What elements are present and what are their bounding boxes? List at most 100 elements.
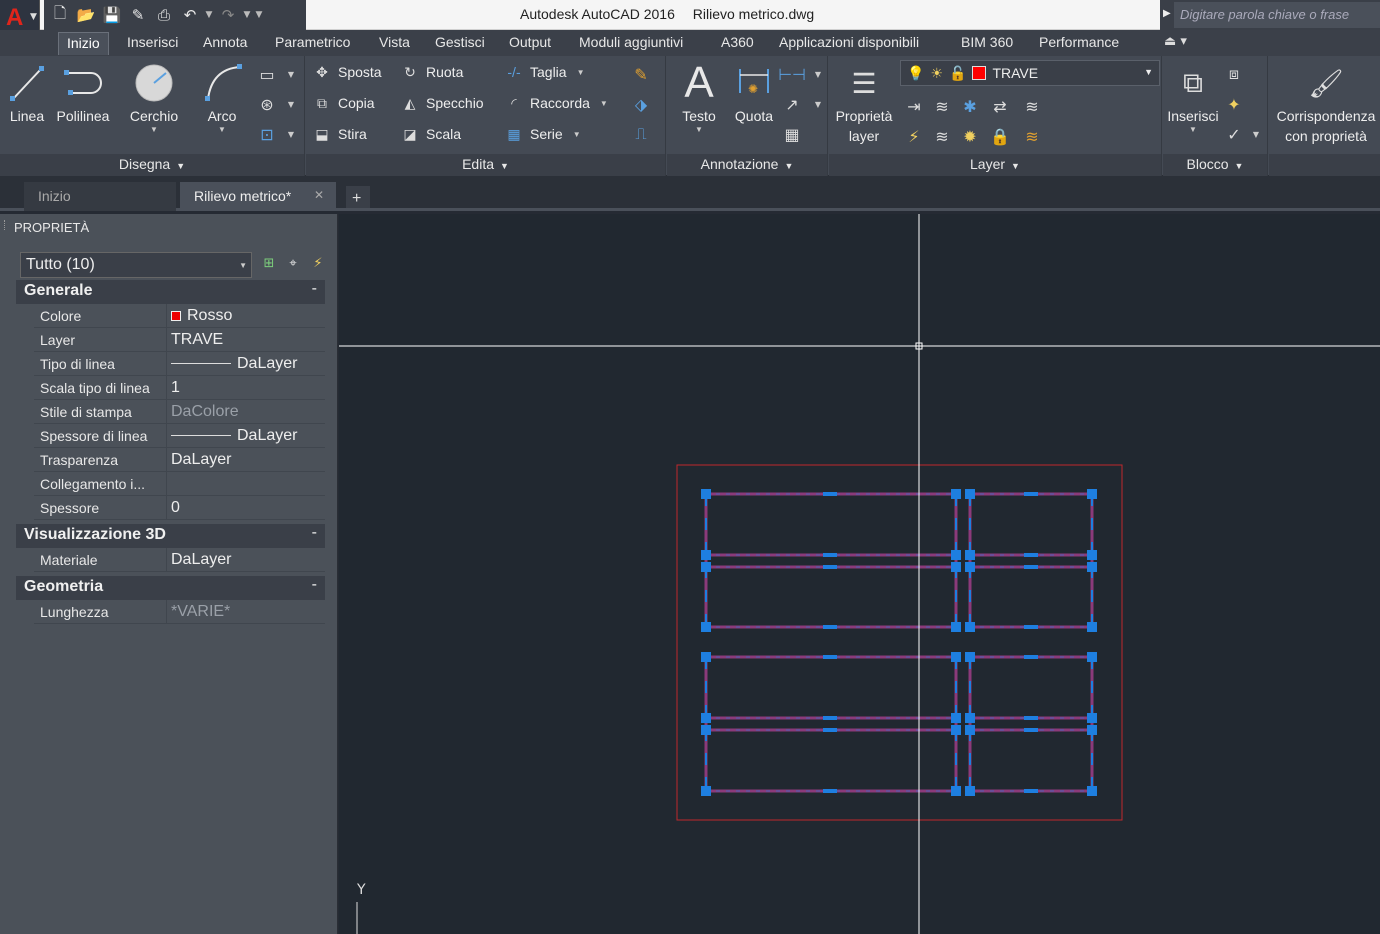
polyline-button[interactable]: Polilinea: [54, 60, 112, 126]
panel-title-layer[interactable]: Layer ▼: [829, 154, 1161, 176]
tab-inizio[interactable]: Inizio: [58, 32, 109, 55]
mirror-button[interactable]: ◭ Specchio: [400, 93, 484, 113]
fillet-button[interactable]: ◜ Raccorda ▼: [504, 93, 608, 113]
prop-value[interactable]: DaLayer: [166, 352, 325, 375]
prop-row-stile-stampa[interactable]: Stile di stampa DaColore: [34, 400, 325, 424]
selection-dropdown[interactable]: Tutto (10) ▼: [20, 252, 252, 278]
prop-value[interactable]: TRAVE: [166, 328, 325, 351]
layer-tool-icon[interactable]: 🔒: [989, 126, 1011, 146]
prop-value[interactable]: DaLayer: [166, 424, 325, 447]
chevron-down-icon[interactable]: ▼: [280, 64, 302, 84]
prop-value[interactable]: [166, 472, 325, 495]
new-file-icon[interactable]: 🗋: [48, 3, 72, 28]
layer-tool-icon[interactable]: ⚡: [903, 126, 925, 146]
copy-button[interactable]: ⧉ Copia: [312, 93, 375, 113]
prop-row-colore[interactable]: Colore Rosso: [34, 304, 325, 328]
collapse-icon[interactable]: -: [312, 576, 317, 594]
drawing-canvas[interactable]: Y: [339, 214, 1380, 934]
match-properties-button[interactable]: 🖌 Corrispondenza con proprietà: [1271, 60, 1380, 146]
expand-arrow-icon[interactable]: ▶: [1163, 8, 1171, 19]
layer-tool-icon[interactable]: ✹: [959, 126, 981, 146]
text-button[interactable]: A Testo ▼: [675, 58, 723, 134]
prop-row-materiale[interactable]: Materiale DaLayer: [34, 548, 325, 572]
prop-value[interactable]: DaLayer: [166, 448, 325, 471]
linear-dimension-icon[interactable]: ⊢⊣: [778, 64, 806, 84]
scale-button[interactable]: ◪ Scala: [400, 124, 461, 144]
doc-tab-active[interactable]: Rilievo metrico* ✕: [180, 182, 336, 211]
section-generale[interactable]: Generale -: [16, 280, 325, 304]
prop-row-layer[interactable]: Layer TRAVE: [34, 328, 325, 352]
select-objects-icon[interactable]: ⌖: [284, 256, 302, 274]
prop-row-tipo-linea[interactable]: Tipo di linea DaLayer: [34, 352, 325, 376]
tab-vista[interactable]: Vista: [379, 34, 410, 50]
palette-grip[interactable]: [4, 220, 7, 230]
prop-row-trasparenza[interactable]: Trasparenza DaLayer: [34, 448, 325, 472]
doc-tab-start[interactable]: Inizio: [24, 182, 176, 211]
ribbon-options-icon[interactable]: ⏏ ▾: [1164, 34, 1187, 49]
explode-icon[interactable]: ⬗: [630, 94, 652, 114]
offset-icon[interactable]: ⎍: [630, 124, 652, 144]
attribute-icon[interactable]: ✓: [1223, 124, 1245, 144]
undo-icon[interactable]: ↶: [178, 6, 202, 24]
prop-value[interactable]: DaLayer: [166, 548, 325, 571]
section-visualizzazione-3d[interactable]: Visualizzazione 3D -: [16, 524, 325, 548]
prop-row-spessore[interactable]: Spessore 0: [34, 496, 325, 520]
insert-block-button[interactable]: ⧉ Inserisci ▼: [1165, 60, 1221, 134]
move-button[interactable]: ✥ Sposta: [312, 62, 381, 82]
collapse-icon[interactable]: -: [312, 524, 317, 542]
undo-dropdown-icon[interactable]: ▼: [204, 10, 214, 20]
prop-value[interactable]: Rosso: [166, 304, 325, 327]
save-as-icon[interactable]: ✎: [126, 6, 150, 24]
erase-icon[interactable]: ✎: [630, 64, 652, 84]
quick-select-icon[interactable]: ⚡: [309, 256, 327, 274]
stretch-button[interactable]: ⬓ Stira: [312, 124, 366, 144]
chevron-down-icon[interactable]: ▼: [807, 94, 829, 114]
panel-title-blocco[interactable]: Blocco ▼: [1163, 154, 1267, 176]
layer-tool-icon[interactable]: ⇄: [989, 96, 1011, 116]
new-tab-button[interactable]: +: [346, 186, 370, 208]
rotate-button[interactable]: ↻ Ruota: [400, 62, 463, 82]
tab-inserisci[interactable]: Inserisci: [127, 34, 178, 50]
section-geometria[interactable]: Geometria -: [16, 576, 325, 600]
chevron-down-icon[interactable]: ▼: [280, 124, 302, 144]
table-icon[interactable]: ▦: [781, 124, 803, 144]
circle-button[interactable]: Cerchio ▼: [124, 60, 184, 134]
create-block-icon[interactable]: ⧈: [1223, 64, 1245, 84]
arc-button[interactable]: Arco ▼: [196, 60, 248, 134]
print-icon[interactable]: ⎙: [152, 6, 176, 24]
prop-row-spessore-linea[interactable]: Spessore di linea DaLayer: [34, 424, 325, 448]
toggle-pickadd-icon[interactable]: ⊞: [260, 256, 278, 274]
tab-moduli-aggiuntivi[interactable]: Moduli aggiuntivi: [579, 34, 683, 50]
line-button[interactable]: Linea: [6, 60, 48, 126]
panel-title-edita[interactable]: Edita ▼: [306, 154, 665, 176]
chevron-down-icon[interactable]: ▼: [1245, 124, 1267, 144]
save-icon[interactable]: 💾: [100, 6, 124, 24]
drawing-svg[interactable]: [339, 214, 1380, 934]
tab-bim360[interactable]: BIM 360: [961, 34, 1013, 50]
rectangle-icon[interactable]: ▭: [256, 64, 278, 84]
prop-row-collegamento[interactable]: Collegamento i...: [34, 472, 325, 496]
tab-applicazioni-disponibili[interactable]: Applicazioni disponibili: [779, 34, 919, 50]
prop-value[interactable]: 1: [166, 376, 325, 399]
dimension-button[interactable]: ✺ Quota: [729, 60, 779, 126]
close-icon[interactable]: ✕: [314, 188, 324, 202]
layer-tool-icon[interactable]: ⇥: [903, 96, 925, 116]
chevron-down-icon[interactable]: ▼: [280, 94, 302, 114]
search-input[interactable]: Digitare parola chiave o frase: [1174, 2, 1380, 28]
layer-tool-icon[interactable]: ≋: [1021, 96, 1043, 116]
redo-icon[interactable]: ↷: [216, 6, 240, 24]
tab-a360[interactable]: A360: [721, 34, 754, 50]
layer-tool-icon[interactable]: ≋: [931, 126, 953, 146]
redo-dropdown-icon[interactable]: ▼: [242, 10, 252, 20]
layer-tool-icon[interactable]: ≋: [931, 96, 953, 116]
layer-dropdown[interactable]: 💡 ☀ 🔓 TRAVE ▼: [900, 60, 1160, 86]
prop-value[interactable]: 0: [166, 496, 325, 519]
trim-button[interactable]: -/- Taglia ▼: [504, 62, 584, 82]
chevron-down-icon[interactable]: ▼: [807, 64, 829, 84]
hatch-icon[interactable]: ⊛: [256, 94, 278, 114]
edit-block-icon[interactable]: ✦: [1223, 94, 1245, 114]
tab-parametrico[interactable]: Parametrico: [275, 34, 350, 50]
panel-title-disegna[interactable]: Disegna ▼: [0, 154, 304, 176]
collapse-icon[interactable]: -: [312, 280, 317, 298]
open-file-icon[interactable]: 📂: [74, 6, 98, 24]
